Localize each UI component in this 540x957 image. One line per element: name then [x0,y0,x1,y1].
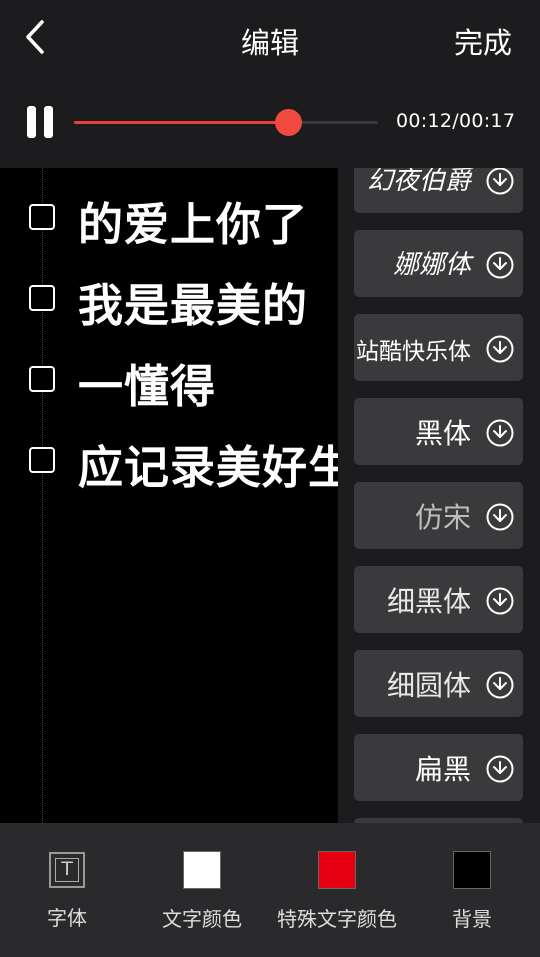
download-icon [486,503,514,531]
background-button[interactable]: 背景 [402,851,540,932]
lyric-line: 的爱上你了 [0,184,338,251]
progress-knob[interactable] [275,109,303,136]
playback-bar: 00:12/00:17 [0,92,540,152]
font-option-heiti[interactable]: 黑体 [354,398,523,465]
font-name: 细圆体 [386,669,471,702]
font-option-nana[interactable]: 娜娜体 [354,230,523,297]
font-name: 幻夜伯爵 [366,168,471,196]
lyric-checkbox[interactable] [29,366,55,392]
lyric-checkbox[interactable] [29,204,55,230]
font-tool-button[interactable]: T 字体 [0,851,137,931]
font-option-zhanku[interactable]: 站酷快乐体 [354,314,523,381]
font-name: 黑体 [414,417,471,450]
font-name: 站酷快乐体 [356,339,471,365]
download-icon [486,755,514,783]
bottom-toolbar: T 字体 文字颜色 特殊文字颜色 背景 [0,823,540,957]
download-icon [486,671,514,699]
lyric-text[interactable]: 一懂得 [78,350,216,415]
lyric-checkbox[interactable] [29,285,55,311]
text-color-label: 文字颜色 [162,907,242,931]
font-list[interactable]: 幻夜伯爵 娜娜体 站酷快乐体 黑体 仿宋 细黑体 细圆体 扁黑 [338,168,540,823]
header: 编辑 完成 [0,0,540,80]
font-option-huanye[interactable]: 幻夜伯爵 [354,168,523,213]
font-name: 娜娜体 [392,250,471,280]
lyric-text[interactable]: 我是最美的 [78,269,308,334]
pause-icon [27,106,36,138]
font-name: 仿宋 [414,501,471,534]
font-tool-label: 字体 [47,906,87,930]
font-option-xiyuanti[interactable]: 细圆体 [354,650,523,717]
lyric-text[interactable]: 应记录美好生 [78,431,338,496]
download-icon [486,251,514,279]
font-name: 扁黑 [414,753,471,786]
download-icon [486,335,514,363]
lyrics-preview: 的爱上你了 我是最美的 一懂得 应记录美好生 [0,168,338,823]
done-button[interactable]: 完成 [454,20,512,62]
special-color-label: 特殊文字颜色 [277,907,397,931]
pause-button[interactable] [27,106,55,138]
font-name: 细黑体 [386,585,471,618]
lyric-line: 我是最美的 [0,265,338,332]
special-color-button[interactable]: 特殊文字颜色 [267,851,407,932]
download-icon [486,587,514,615]
progress-fill [74,121,289,124]
background-label: 背景 [452,907,492,931]
font-option-xiheiti[interactable]: 细黑体 [354,566,523,633]
lyric-text[interactable]: 的爱上你了 [78,188,308,253]
download-icon [486,419,514,447]
progress-slider[interactable] [74,109,378,136]
editor-screen: 编辑 完成 00:12/00:17 的爱上你了 我是最美的 一懂得 应记录美好生… [0,0,540,957]
time-readout: 00:12/00:17 [396,110,516,132]
font-option-bianhei[interactable]: 扁黑 [354,734,523,801]
download-icon [486,168,514,195]
lyric-line: 应记录美好生 [0,427,338,494]
background-swatch [453,851,491,889]
font-option-fangsong[interactable]: 仿宋 [354,482,523,549]
lyric-line: 一懂得 [0,346,338,413]
font-icon: T [49,852,85,888]
text-color-button[interactable]: 文字颜色 [132,851,272,932]
lyric-checkbox[interactable] [29,447,55,473]
text-color-swatch [183,851,221,889]
pause-icon-bar [44,106,53,138]
special-color-swatch [318,851,356,889]
